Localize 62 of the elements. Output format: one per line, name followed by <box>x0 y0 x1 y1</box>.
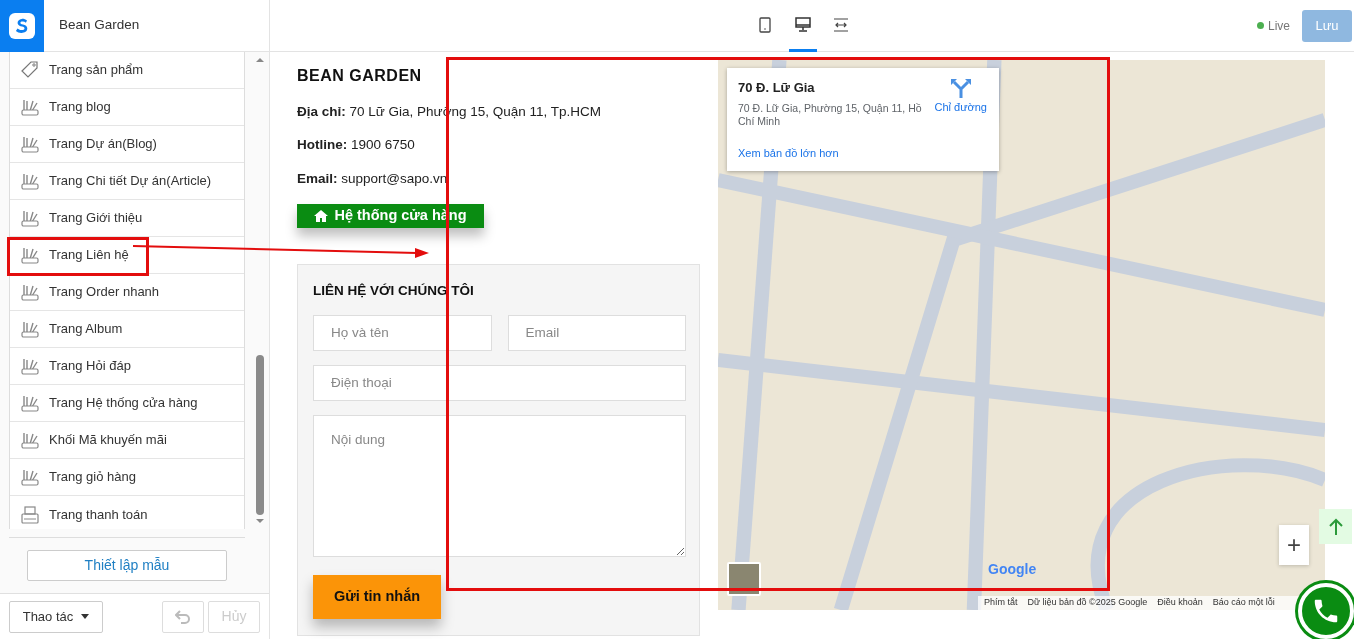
contact-info-line: Hotline: 1900 6750 <box>297 136 416 155</box>
full-width-icon <box>833 17 850 32</box>
page-list-item[interactable]: Trang Hỏi đáp <box>10 348 244 385</box>
name-field[interactable]: Họ và tên <box>313 314 492 351</box>
template-icon <box>20 393 40 413</box>
map-footer-link[interactable]: Điều khoản <box>1157 596 1203 610</box>
actions-dropdown[interactable]: Thao tác <box>9 600 103 633</box>
larger-map-link[interactable]: Xem bản đồ lớn hơn <box>738 144 839 162</box>
scroll-down-icon[interactable] <box>255 517 265 525</box>
map-footer-link[interactable]: Dữ liệu bản đồ ©2025 Google <box>1027 596 1148 610</box>
home-icon <box>314 209 329 222</box>
template-icon <box>20 430 40 450</box>
page-list-item[interactable]: Trang Dự án(Blog) <box>10 126 244 163</box>
page-list-item[interactable]: Trang Liên hệ <box>10 237 244 274</box>
template-icon <box>20 97 40 117</box>
map-logo: Google <box>988 560 1037 579</box>
register-icon <box>20 504 40 525</box>
map-footer-link[interactable]: Phím tắt <box>984 596 1018 610</box>
page-list-item[interactable]: Trang thanh toán <box>10 496 244 529</box>
contact-info-line: Email: support@sapo.vn <box>297 169 449 188</box>
directions-button[interactable]: Chỉ đường <box>934 78 987 163</box>
template-icon <box>20 171 40 191</box>
zoom-in-button[interactable]: + <box>1279 525 1309 565</box>
caret-icon <box>81 614 90 619</box>
send-message-button[interactable]: Gửi tin nhắn <box>313 574 441 619</box>
setup-template-button[interactable]: Thiết lập mẫu <box>27 550 227 581</box>
template-icon <box>20 282 40 302</box>
place-title: 70 Đ. Lữ Gia <box>738 79 816 97</box>
page-list-item[interactable]: Trang Order nhanh <box>10 274 244 311</box>
directions-icon <box>949 78 972 98</box>
logo-icon <box>8 11 36 40</box>
form-title: LIÊN HỆ VỚI CHÚNG TÔI <box>313 281 475 300</box>
template-icon <box>20 356 40 376</box>
template-icon <box>20 467 40 487</box>
page-list-item[interactable]: Trang giỏ hàng <box>10 459 244 496</box>
email-field[interactable]: Email <box>507 314 686 351</box>
status-label: Live <box>1268 17 1290 35</box>
message-field[interactable]: Nội dung <box>313 414 686 557</box>
template-icon <box>20 245 40 265</box>
page-list-item[interactable]: Trang Hệ thống cửa hàng <box>10 385 244 422</box>
phone-field[interactable]: Điện thoại <box>313 364 686 401</box>
page-list-item[interactable]: Khối Mã khuyến mãi <box>10 422 244 459</box>
tag-icon <box>20 60 40 80</box>
page-list-item[interactable]: Trang Giới thiệu <box>10 200 244 237</box>
mobile-icon <box>759 16 772 33</box>
template-icon <box>20 134 40 154</box>
page-list-item[interactable]: Trang blog <box>10 89 244 126</box>
page-list-item[interactable]: Trang Album <box>10 311 244 348</box>
up-arrow-icon <box>1327 517 1344 536</box>
store-heading: BEAN GARDEN <box>297 66 423 86</box>
undo-icon <box>175 610 191 625</box>
page-list-item[interactable]: Trang Chi tiết Dự án(Article) <box>10 163 244 200</box>
page-list-item[interactable]: Trang sản phẩm <box>10 52 244 89</box>
map-footer-link[interactable]: Báo cáo một lỗi <box>1212 596 1275 610</box>
call-button[interactable] <box>1298 583 1354 639</box>
template-icon <box>20 319 40 339</box>
place-address: 70 Đ. Lữ Gia, Phường 15, Quận 11, Hồ Chí Minh <box>738 101 923 129</box>
scroll-up-icon[interactable] <box>255 56 265 64</box>
store-name: Bean Garden <box>59 16 140 35</box>
desktop-icon <box>795 17 812 32</box>
template-icon <box>20 208 40 228</box>
scroll-top-button[interactable] <box>1319 509 1352 544</box>
